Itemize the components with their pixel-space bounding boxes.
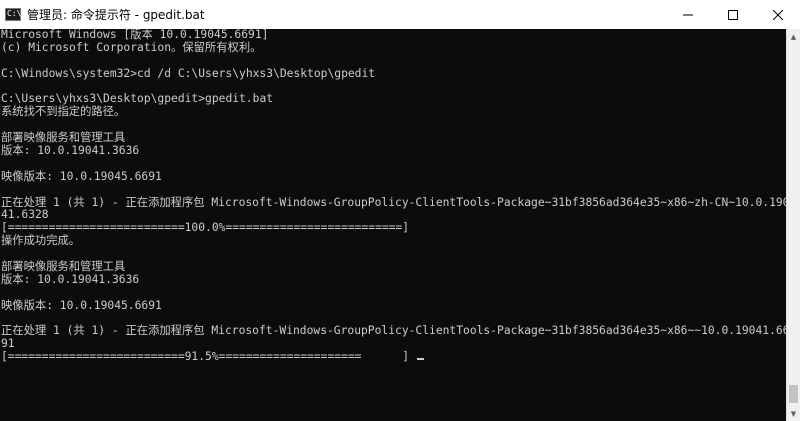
close-icon: [772, 9, 783, 20]
console-line-active: [==========================91.5%========…: [0, 350, 787, 364]
console-line: 系统找不到指定的路径。: [1, 105, 126, 119]
text-cursor: [416, 358, 424, 361]
maximize-button[interactable]: [710, 0, 755, 29]
caption-buttons: [665, 0, 800, 29]
title-bar[interactable]: C:\ 管理员: 命令提示符 - gpedit.bat: [0, 0, 800, 30]
console-line: 操作成功完成。: [1, 234, 81, 248]
console-line: 映像版本: 10.0.19045.6691: [1, 298, 162, 312]
console-line: 正在处理 1 (共 1) - 正在添加程序包 Microsoft-Windows…: [1, 324, 787, 338]
console-line: 版本: 10.0.19041.3636: [1, 144, 140, 158]
console-output[interactable]: Microsoft Windows [版本 10.0.19045.6691] (…: [0, 29, 787, 421]
cmd-icon-glyph: C:\: [7, 9, 22, 18]
console-line: 版本: 10.0.19041.3636: [1, 272, 140, 286]
cmd-icon[interactable]: C:\: [5, 8, 21, 21]
console-line: [==========================100.0%=======…: [1, 221, 410, 235]
console-line: (c) Microsoft Corporation。保留所有权利。: [1, 40, 262, 54]
scrollbar-thumb[interactable]: [789, 385, 798, 403]
maximize-icon: [727, 9, 738, 20]
command-prompt-window: C:\ 管理员: 命令提示符 - gpedit.bat Microsoft Wi…: [0, 0, 800, 421]
close-button[interactable]: [755, 0, 800, 29]
console-line: C:\Windows\system32>cd /d C:\Users\yhxs3…: [1, 66, 376, 80]
progress-line-text: [==========================91.5%========…: [1, 350, 410, 364]
window-title: 管理员: 命令提示符 - gpedit.bat: [27, 8, 205, 22]
console-line: 正在处理 1 (共 1) - 正在添加程序包 Microsoft-Windows…: [1, 195, 787, 209]
vertical-scrollbar[interactable]: ▲ ▼: [786, 29, 800, 421]
minimize-button[interactable]: [665, 0, 710, 29]
minimize-icon: [682, 14, 693, 15]
console-line: Microsoft Windows [版本 10.0.19045.6691]: [1, 29, 269, 41]
scroll-down-arrow-icon[interactable]: ▼: [787, 406, 800, 421]
scroll-up-arrow-icon[interactable]: ▲: [787, 29, 800, 44]
console-line: 部署映像服务和管理工具: [1, 260, 126, 274]
console-line: 映像版本: 10.0.19045.6691: [1, 169, 162, 183]
